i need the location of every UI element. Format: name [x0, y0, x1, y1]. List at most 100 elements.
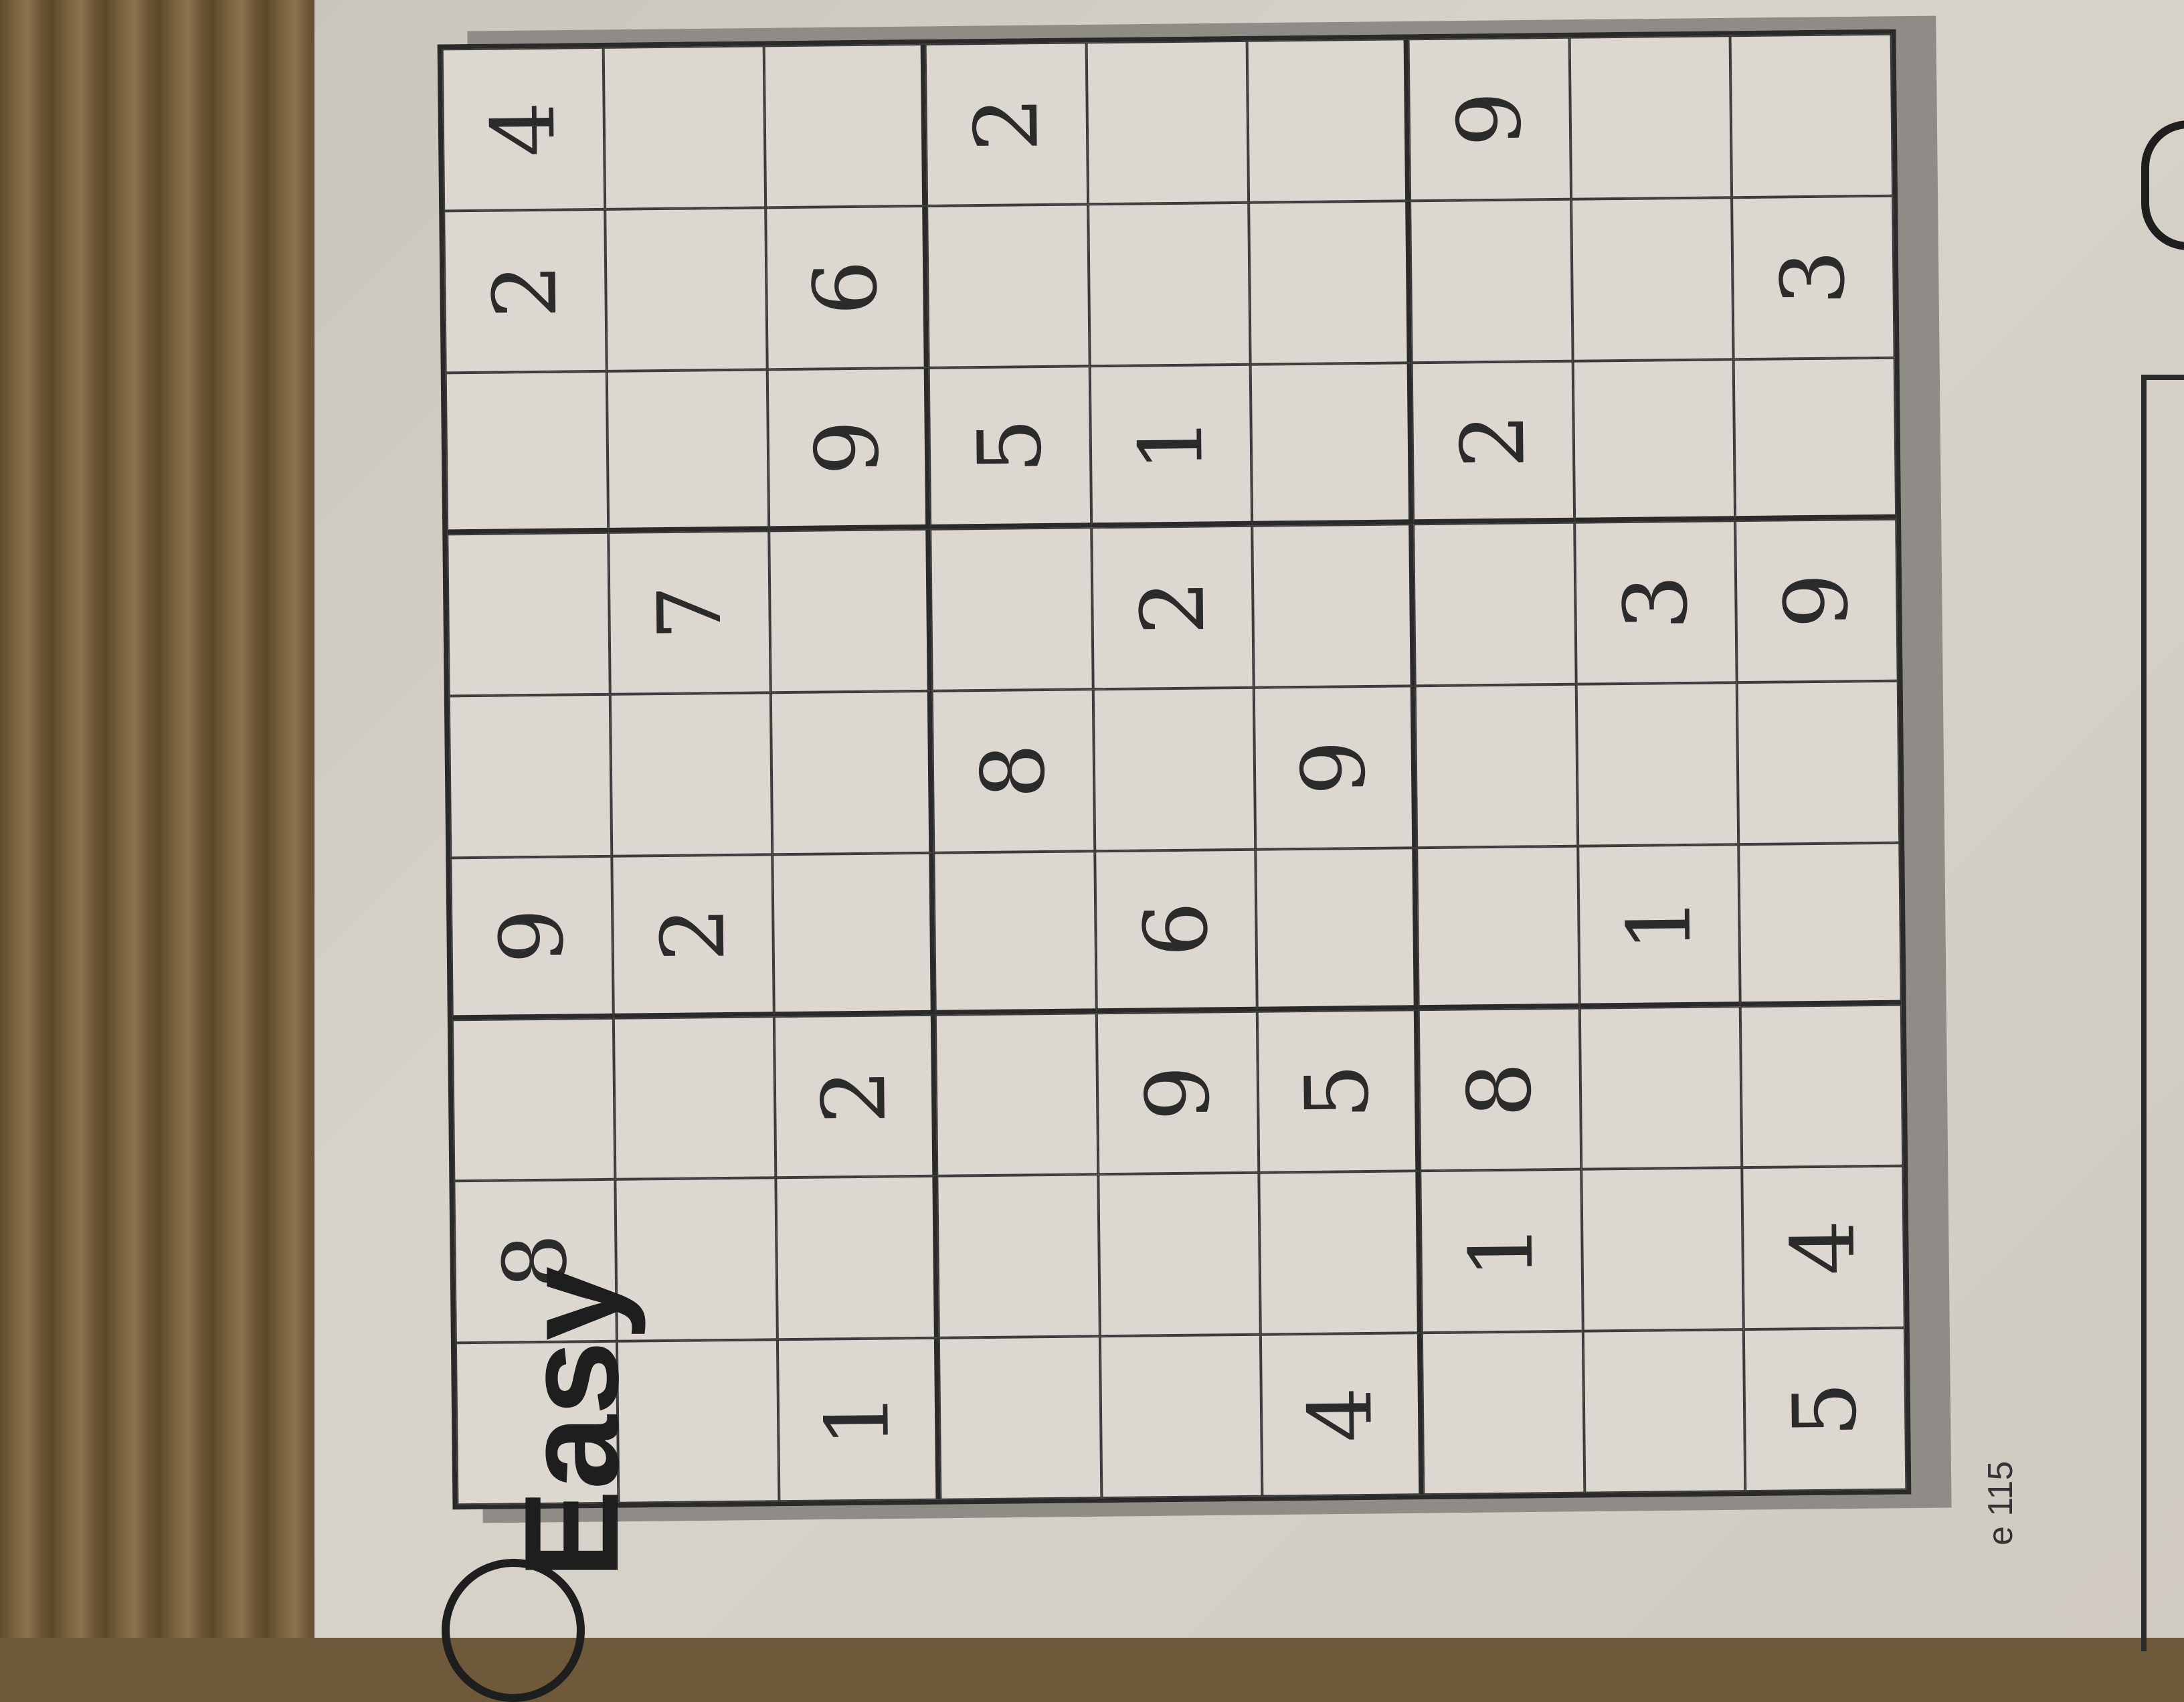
sudoku-cell[interactable]	[938, 1336, 1102, 1500]
next-puzzle-grid-edge	[2141, 375, 2184, 1651]
cell-digit: 2	[955, 96, 1058, 153]
sudoku-cell[interactable]	[1093, 687, 1256, 852]
sudoku-cell[interactable]: 5	[1744, 1327, 1907, 1492]
sudoku-cell[interactable]: 9	[1254, 686, 1417, 850]
sudoku-cell[interactable]: 2	[444, 209, 607, 373]
sudoku-cell[interactable]	[772, 852, 935, 1016]
sudoku-cell[interactable]	[1579, 1006, 1742, 1170]
sudoku-cell[interactable]	[771, 690, 934, 855]
sudoku-cell[interactable]: 9	[1735, 519, 1898, 683]
sudoku-cell[interactable]: 8	[1418, 1008, 1581, 1171]
cell-digit: 9	[1126, 1064, 1229, 1121]
sudoku-cell[interactable]	[445, 371, 608, 535]
sudoku-cell[interactable]	[1097, 1173, 1261, 1337]
puzzle-difficulty-title: Easy	[497, 1266, 646, 1579]
sudoku-cell[interactable]	[1086, 40, 1249, 205]
sudoku-cell[interactable]	[1255, 848, 1419, 1012]
sudoku-cell[interactable]	[1572, 359, 1736, 523]
sudoku-cell[interactable]: 3	[1574, 521, 1738, 684]
sudoku-cell[interactable]	[933, 851, 1097, 1015]
sudoku-cell[interactable]	[1740, 1004, 1904, 1168]
cell-digit: 9	[1765, 572, 1868, 630]
sudoku-cell[interactable]	[604, 207, 768, 371]
sudoku-cell[interactable]	[1250, 362, 1414, 527]
cell-digit: 8	[1448, 1061, 1551, 1118]
sudoku-cell[interactable]: 9	[1096, 1011, 1259, 1175]
sudoku-cell[interactable]: 8	[931, 689, 1095, 853]
sudoku-cell[interactable]	[447, 533, 610, 696]
sudoku-cell[interactable]	[1421, 1331, 1585, 1495]
cell-digit: 4	[1772, 1220, 1875, 1276]
sudoku-cell[interactable]	[1569, 35, 1732, 199]
sudoku-cell[interactable]	[937, 1174, 1100, 1338]
sudoku-cell[interactable]: 6	[765, 205, 929, 369]
cell-digit: 5	[1774, 1381, 1877, 1438]
sudoku-cell[interactable]	[1417, 846, 1580, 1010]
sudoku-cell[interactable]	[1415, 684, 1578, 848]
sudoku-cell[interactable]	[935, 1012, 1098, 1177]
sudoku-cell[interactable]: 9	[1408, 37, 1571, 201]
sudoku-cell[interactable]	[606, 369, 769, 533]
sudoku-cell[interactable]: 6	[1094, 849, 1258, 1013]
sudoku-cell[interactable]	[763, 43, 927, 208]
sudoku-cell[interactable]	[1099, 1334, 1263, 1499]
cell-digit: 2	[474, 262, 577, 319]
cell-digit: 3	[1604, 574, 1707, 631]
cell-digit: 6	[794, 259, 897, 316]
sudoku-cell[interactable]	[1410, 199, 1573, 363]
sudoku-cell[interactable]: 9	[450, 856, 614, 1020]
sudoku-cell[interactable]	[1580, 1167, 1744, 1331]
sudoku-cell[interactable]	[1570, 197, 1734, 361]
sudoku-cell[interactable]: 7	[608, 531, 771, 694]
cell-digit: 9	[1438, 90, 1541, 148]
sudoku-cell[interactable]: 5	[1257, 1009, 1421, 1173]
sudoku-cell[interactable]: 2	[1091, 526, 1255, 690]
sudoku-cell[interactable]	[1247, 39, 1410, 203]
sudoku-cell[interactable]: 4	[1261, 1333, 1424, 1497]
sudoku-cell[interactable]	[610, 692, 773, 856]
cell-digit: 7	[638, 584, 741, 641]
sudoku-cell[interactable]: 2	[1411, 361, 1574, 525]
sudoku-cell[interactable]: 2	[611, 854, 775, 1018]
sudoku-cell[interactable]	[1259, 1171, 1422, 1335]
sudoku-cell[interactable]	[1252, 524, 1415, 688]
sudoku-cell[interactable]	[1413, 523, 1576, 686]
sudoku-cell[interactable]	[1249, 201, 1412, 365]
cell-digit: 8	[962, 743, 1065, 799]
sudoku-cell[interactable]	[776, 1176, 939, 1340]
sudoku-cell[interactable]	[1733, 357, 1897, 521]
sudoku-puzzle: 429263951272398992612958814145	[437, 29, 1912, 1510]
sudoku-cell[interactable]: 5	[928, 365, 1091, 530]
sudoku-cell[interactable]: 1	[1420, 1169, 1583, 1333]
sudoku-cell[interactable]: 9	[767, 367, 931, 531]
cell-digit: 2	[1121, 579, 1224, 636]
sudoku-cell[interactable]: 1	[1577, 844, 1741, 1008]
sudoku-cell[interactable]	[1738, 842, 1902, 1006]
sudoku-cell[interactable]: 1	[778, 1337, 941, 1502]
sudoku-cell[interactable]: 4	[1742, 1166, 1905, 1330]
sudoku-cell[interactable]	[613, 1016, 776, 1180]
sudoku-cell[interactable]: 1	[1089, 364, 1253, 528]
sudoku-cell[interactable]	[452, 1018, 616, 1181]
sudoku-cell[interactable]	[1737, 680, 1900, 845]
wooden-table-surface	[0, 0, 348, 1638]
sudoku-cell[interactable]	[1087, 202, 1251, 366]
sudoku-cell[interactable]	[1582, 1329, 1746, 1493]
sudoku-cell[interactable]	[769, 529, 932, 693]
sudoku-cell[interactable]: 3	[1732, 195, 1895, 359]
sudoku-cell[interactable]: 2	[774, 1014, 937, 1178]
cell-digit: 9	[1282, 739, 1385, 796]
cell-digit: 5	[1285, 1062, 1388, 1120]
sudoku-cell[interactable]	[1576, 682, 1739, 846]
sudoku-cell[interactable]	[1730, 33, 1894, 197]
sudoku-cell[interactable]: 4	[442, 47, 605, 211]
sudoku-grid: 429263951272398992612958814145	[437, 29, 1912, 1510]
sudoku-cell[interactable]	[930, 527, 1093, 691]
cell-digit: 9	[796, 419, 899, 476]
sudoku-cell[interactable]: 2	[925, 42, 1088, 206]
cell-digit: 6	[1125, 901, 1227, 958]
sudoku-cell[interactable]	[603, 45, 766, 209]
sudoku-cell[interactable]	[927, 204, 1090, 368]
sudoku-cell[interactable]	[448, 694, 612, 858]
cell-digit: 2	[642, 906, 744, 963]
